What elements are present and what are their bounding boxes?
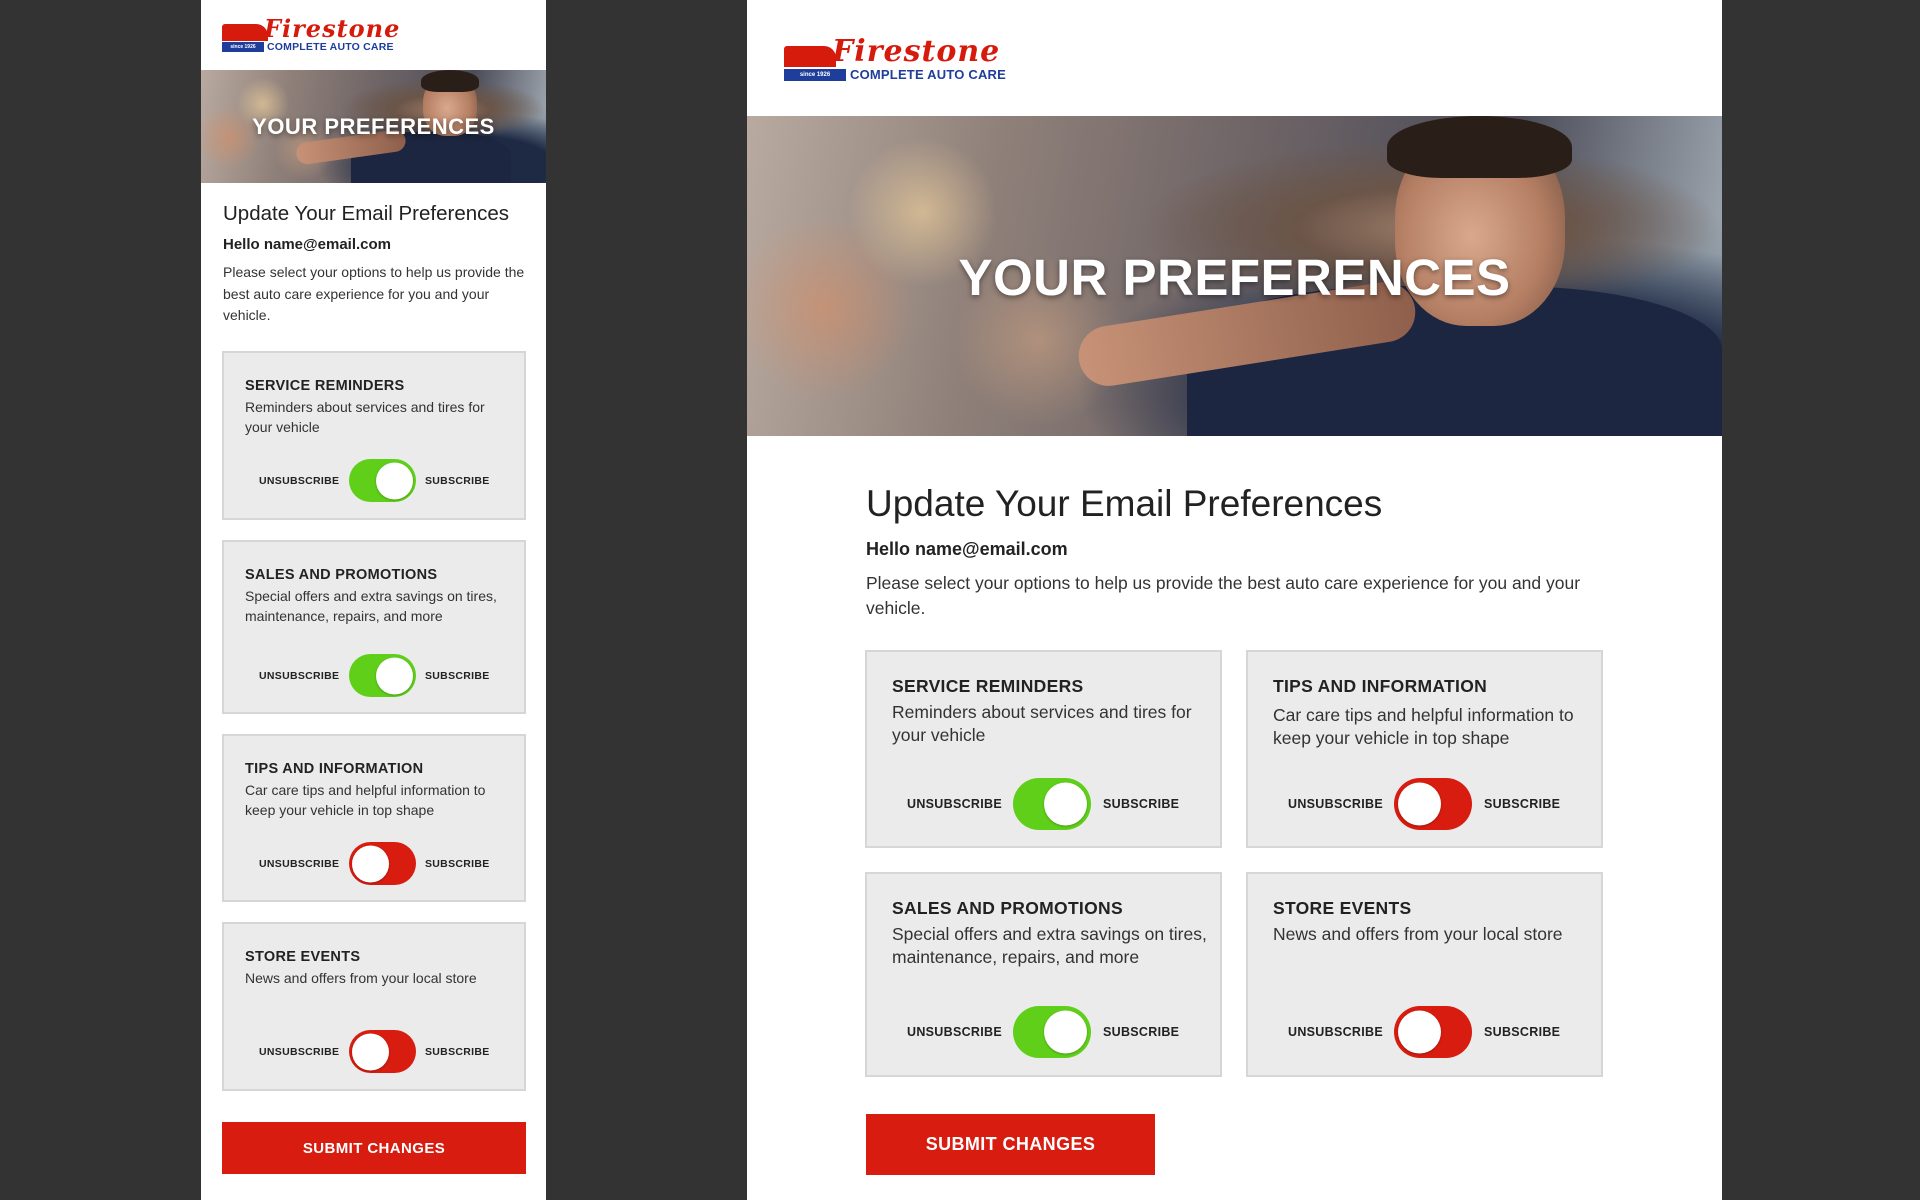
intro-text: Please select your options to help us pr…: [223, 264, 525, 323]
toggle-knob-icon: [1044, 1010, 1087, 1054]
toggle-knob-icon: [1398, 782, 1441, 826]
logo-tagline: COMPLETE AUTO CARE: [267, 41, 394, 53]
greeting: Hello name@email.com: [866, 539, 1068, 559]
firestone-logo[interactable]: Firestone since 1926 COMPLETE AUTO CARE: [784, 37, 1006, 82]
intro-text: Please select your options to help us pr…: [866, 573, 1581, 618]
hero-title: YOUR PREFERENCES: [252, 114, 495, 139]
subscribe-label[interactable]: SUBSCRIBE: [425, 475, 490, 487]
preference-card-events: STORE EVENTS News and offers from your l…: [222, 922, 526, 1091]
logo-tagline-row: since 1926 COMPLETE AUTO CARE: [784, 67, 1006, 82]
logo-wordmark-row: Firestone: [222, 17, 400, 41]
unsubscribe-label[interactable]: UNSUBSCRIBE: [259, 670, 339, 682]
unsubscribe-label[interactable]: UNSUBSCRIBE: [259, 1046, 339, 1058]
page-title: Update Your Email Preferences: [866, 483, 1383, 524]
logo-wordmark-row: Firestone: [784, 37, 1006, 67]
logo-tagline: COMPLETE AUTO CARE: [850, 67, 1006, 82]
toggle-knob-icon: [376, 657, 413, 694]
service-toggle-switch[interactable]: [349, 459, 416, 502]
toggle-knob-icon: [352, 845, 389, 882]
sales-toggle-switch[interactable]: [349, 654, 416, 697]
unsubscribe-label[interactable]: UNSUBSCRIBE: [259, 858, 339, 870]
preference-card-service: SERVICE REMINDERS Reminders about servic…: [222, 351, 526, 520]
page-title: Update Your Email Preferences: [223, 202, 510, 225]
mobile-email-preview: Firestone since 1926 COMPLETE AUTO CARE …: [201, 0, 546, 1200]
hero-mechanic-hair: [421, 70, 479, 92]
logo-wordmark: Firestone: [832, 34, 1001, 69]
card-description: Reminders about services and tires for y…: [245, 399, 485, 435]
subscribe-label[interactable]: SUBSCRIBE: [425, 670, 490, 682]
preference-card-sales: SALES AND PROMOTIONS Special offers and …: [222, 540, 526, 714]
preference-card-tips: TIPS AND INFORMATION Car care tips and h…: [1246, 650, 1603, 848]
subscribe-label[interactable]: SUBSCRIBE: [1103, 1025, 1179, 1039]
logo-swoosh-icon: [784, 46, 836, 67]
toggle-row: UNSUBSCRIBE SUBSCRIBE: [224, 842, 524, 885]
logo-since-badge: since 1926: [222, 42, 264, 52]
subscribe-label[interactable]: SUBSCRIBE: [425, 1046, 490, 1058]
card-description: Reminders about services and tires for y…: [892, 702, 1192, 745]
logo-wordmark: Firestone: [264, 14, 401, 43]
tips-toggle-switch[interactable]: [1394, 778, 1472, 830]
subscribe-label[interactable]: SUBSCRIBE: [1103, 797, 1179, 811]
card-title: SERVICE REMINDERS: [892, 676, 1084, 696]
toggle-knob-icon: [1044, 782, 1087, 826]
card-title: SALES AND PROMOTIONS: [892, 898, 1123, 918]
hero-banner: YOUR PREFERENCES: [747, 116, 1722, 436]
desktop-email-preview: Firestone since 1926 COMPLETE AUTO CARE …: [747, 0, 1722, 1200]
card-title: TIPS AND INFORMATION: [1273, 676, 1488, 696]
card-title: SALES AND PROMOTIONS: [245, 567, 438, 583]
toggle-knob-icon: [1398, 1010, 1441, 1054]
firestone-logo[interactable]: Firestone since 1926 COMPLETE AUTO CARE: [222, 17, 400, 53]
toggle-knob-icon: [352, 1033, 389, 1070]
card-description: Special offers and extra savings on tire…: [892, 924, 1207, 967]
toggle-row: UNSUBSCRIBE SUBSCRIBE: [1248, 1006, 1601, 1058]
hero-banner: YOUR PREFERENCES: [201, 70, 546, 183]
card-title: STORE EVENTS: [1273, 898, 1412, 918]
unsubscribe-label[interactable]: UNSUBSCRIBE: [1288, 797, 1383, 811]
card-title: STORE EVENTS: [245, 949, 361, 965]
sales-toggle-switch[interactable]: [1013, 1006, 1091, 1058]
preference-card-sales: SALES AND PROMOTIONS Special offers and …: [865, 872, 1222, 1077]
hero-mechanic-hair: [1387, 116, 1572, 178]
unsubscribe-label[interactable]: UNSUBSCRIBE: [1288, 1025, 1383, 1039]
toggle-row: UNSUBSCRIBE SUBSCRIBE: [867, 1006, 1220, 1058]
logo-since-badge: since 1926: [784, 68, 846, 81]
submit-changes-button[interactable]: SUBMIT CHANGES: [866, 1114, 1155, 1175]
tips-toggle-switch[interactable]: [349, 842, 416, 885]
card-description: Car care tips and helpful information to…: [245, 782, 486, 818]
card-description: News and offers from your local store: [1273, 924, 1563, 944]
card-title: SERVICE REMINDERS: [245, 378, 405, 394]
toggle-row: UNSUBSCRIBE SUBSCRIBE: [1248, 778, 1601, 830]
subscribe-label[interactable]: SUBSCRIBE: [425, 858, 490, 870]
hero-title: YOUR PREFERENCES: [958, 249, 1511, 306]
unsubscribe-label[interactable]: UNSUBSCRIBE: [907, 1025, 1002, 1039]
preference-card-service: SERVICE REMINDERS Reminders about servic…: [865, 650, 1222, 848]
toggle-row: UNSUBSCRIBE SUBSCRIBE: [224, 654, 524, 697]
preference-card-events: STORE EVENTS News and offers from your l…: [1246, 872, 1603, 1077]
unsubscribe-label[interactable]: UNSUBSCRIBE: [907, 797, 1002, 811]
subscribe-label[interactable]: SUBSCRIBE: [1484, 797, 1560, 811]
toggle-row: UNSUBSCRIBE SUBSCRIBE: [224, 1030, 524, 1073]
events-toggle-switch[interactable]: [1394, 1006, 1472, 1058]
preference-card-tips: TIPS AND INFORMATION Car care tips and h…: [222, 734, 526, 902]
toggle-row: UNSUBSCRIBE SUBSCRIBE: [867, 778, 1220, 830]
greeting: Hello name@email.com: [223, 236, 392, 253]
toggle-knob-icon: [376, 462, 413, 499]
card-description: News and offers from your local store: [245, 970, 477, 986]
logo-swoosh-icon: [222, 24, 268, 41]
logo-tagline-row: since 1926 COMPLETE AUTO CARE: [222, 41, 400, 53]
submit-changes-button[interactable]: SUBMIT CHANGES: [222, 1122, 526, 1174]
events-toggle-switch[interactable]: [349, 1030, 416, 1073]
card-title: TIPS AND INFORMATION: [245, 761, 424, 777]
toggle-row: UNSUBSCRIBE SUBSCRIBE: [224, 459, 524, 502]
card-description: Special offers and extra savings on tire…: [245, 588, 497, 624]
card-description: Car care tips and helpful information to…: [1273, 705, 1574, 748]
unsubscribe-label[interactable]: UNSUBSCRIBE: [259, 475, 339, 487]
service-toggle-switch[interactable]: [1013, 778, 1091, 830]
subscribe-label[interactable]: SUBSCRIBE: [1484, 1025, 1560, 1039]
